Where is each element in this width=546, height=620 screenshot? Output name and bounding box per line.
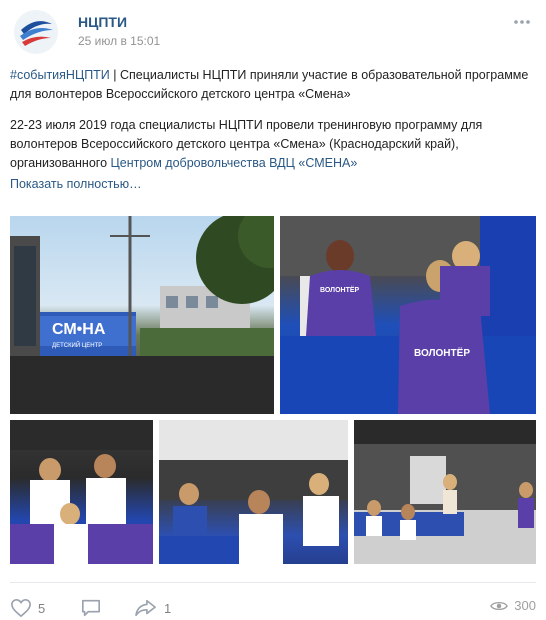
post-paragraph-2: 22-23 июля 2019 года специалисты НЦПТИ п… xyxy=(10,116,530,173)
heart-icon xyxy=(11,598,31,618)
photo-training-room[interactable] xyxy=(354,420,536,564)
smena-sign-sub: ДЕТСКИЙ ЦЕНТР xyxy=(52,341,102,349)
smena-sign: СМ•НА xyxy=(52,321,106,338)
like-button[interactable]: 5 xyxy=(10,598,45,618)
group-scene-1 xyxy=(10,420,153,564)
post-header: НЦПТИ 25 июл в 15:01 xyxy=(14,10,532,54)
building-scene: СМ•НА ДЕТСКИЙ ЦЕНТР xyxy=(10,216,274,414)
community-name[interactable]: НЦПТИ xyxy=(78,14,127,30)
ncpti-logo-icon xyxy=(20,21,53,46)
comment-button[interactable] xyxy=(80,598,108,618)
volunteer-shirt-text: ВОЛОНТЁР xyxy=(414,346,470,359)
group-scene-2 xyxy=(159,420,348,564)
views-count: 300 xyxy=(514,598,536,613)
post-actions: 5 1 300 xyxy=(10,598,536,620)
post-date[interactable]: 25 июл в 15:01 xyxy=(78,34,160,48)
eye-icon xyxy=(490,601,509,610)
volunteer-shirt-text: ВОЛОНТЁР xyxy=(320,286,360,294)
wall-post: НЦПТИ 25 июл в 15:01 #событияНЦПТИ | Спе… xyxy=(0,0,546,620)
show-more-link[interactable]: Показать полностью… xyxy=(10,175,530,194)
volunteer-center-link[interactable]: Центром добровольчества ВДЦ «СМЕНА» xyxy=(111,156,358,170)
photo-volunteers-group-2[interactable] xyxy=(159,420,348,564)
share-count: 1 xyxy=(164,600,172,616)
views-counter: 300 xyxy=(490,598,536,613)
like-count: 5 xyxy=(38,600,46,616)
footer-divider xyxy=(10,582,536,583)
photo-volunteers-hall[interactable]: ВОЛОНТЁР ВОЛОНТЁР xyxy=(280,216,536,414)
photo-building[interactable]: СМ•НА ДЕТСКИЙ ЦЕНТР xyxy=(10,216,274,414)
room-scene xyxy=(354,420,536,564)
share-icon xyxy=(135,599,156,617)
photo-volunteers-group-1[interactable] xyxy=(10,420,153,564)
comment-icon xyxy=(82,599,100,617)
share-button[interactable]: 1 xyxy=(134,598,171,618)
post-paragraph-1: #событияНЦПТИ | Специалисты НЦПТИ принял… xyxy=(10,66,530,104)
community-avatar[interactable] xyxy=(14,10,58,54)
post-text: #событияНЦПТИ | Специалисты НЦПТИ принял… xyxy=(10,66,530,194)
post-menu-button[interactable] xyxy=(512,12,532,32)
hall-scene: ВОЛОНТЁР ВОЛОНТЁР xyxy=(280,216,536,414)
more-dots-icon xyxy=(514,20,530,24)
hashtag-link[interactable]: #событияНЦПТИ xyxy=(10,68,110,82)
